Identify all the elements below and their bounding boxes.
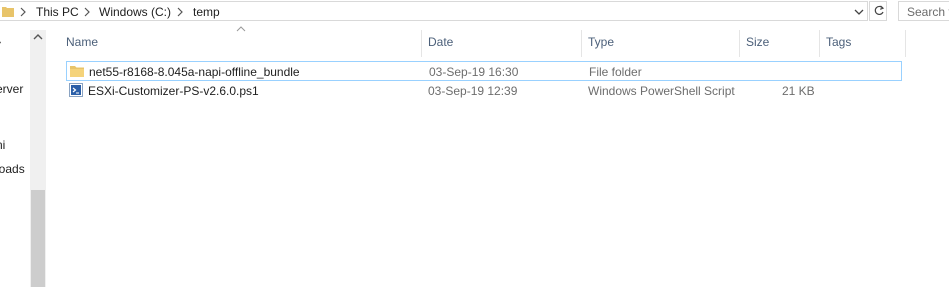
folder-icon (2, 7, 14, 17)
column-header-type[interactable]: Type (582, 30, 740, 58)
expand-chevron-icon[interactable]: › (0, 37, 1, 48)
nav-item-server[interactable]: erver (0, 82, 23, 96)
file-date: 03-Sep-19 16:30 (429, 65, 519, 79)
chevron-right-icon[interactable] (83, 5, 91, 19)
nav-item-ni[interactable]: ni (0, 138, 5, 152)
nav-item-downloads[interactable]: loads (0, 162, 25, 176)
address-bar: This PC Windows (C:) temp Search t (0, 0, 949, 22)
refresh-button[interactable] (869, 1, 887, 21)
column-date-label: Date (428, 35, 454, 49)
column-name-label: Name (66, 35, 99, 49)
column-header-tags[interactable]: Tags (820, 30, 906, 58)
address-box[interactable]: This PC Windows (C:) temp (0, 1, 868, 21)
file-date: 03-Sep-19 12:39 (428, 84, 518, 98)
column-header-name[interactable]: Name (60, 30, 422, 58)
powershell-script-icon (69, 83, 83, 97)
scroll-up-icon[interactable] (33, 32, 43, 42)
refresh-icon (874, 5, 885, 16)
file-row[interactable]: net55-r8168-8.045a-napi-offline_bundle 0… (66, 61, 902, 81)
column-divider[interactable] (905, 30, 906, 57)
search-box[interactable]: Search t (898, 1, 949, 21)
breadcrumb-temp[interactable]: temp (193, 5, 220, 19)
file-size: 21 KB (782, 84, 815, 98)
search-placeholder: Search t (907, 5, 949, 19)
column-header-size[interactable]: Size (740, 30, 820, 58)
nav-scrollbar[interactable] (30, 30, 46, 287)
navigation-pane: › erver ni loads (0, 22, 46, 287)
file-row[interactable]: ESXi-Customizer-PS-v2.6.0.ps1 03-Sep-19 … (66, 81, 902, 101)
file-name: net55-r8168-8.045a-napi-offline_bundle (89, 65, 300, 79)
column-type-label: Type (588, 35, 615, 49)
chevron-right-icon[interactable] (19, 5, 27, 19)
nav-scroll-thumb[interactable] (31, 190, 45, 287)
breadcrumb-this-pc[interactable]: This PC (36, 5, 79, 19)
file-type: File folder (589, 65, 642, 79)
file-name: ESXi-Customizer-PS-v2.6.0.ps1 (88, 84, 259, 98)
chevron-right-icon[interactable] (176, 5, 184, 19)
chevron-down-icon[interactable] (853, 5, 865, 19)
column-size-label: Size (746, 35, 770, 49)
breadcrumb-windows-c[interactable]: Windows (C:) (99, 5, 171, 19)
column-tags-label: Tags (826, 35, 852, 49)
file-type: Windows PowerShell Script (588, 84, 735, 98)
folder-icon (70, 66, 84, 77)
column-header-date[interactable]: Date (422, 30, 582, 58)
